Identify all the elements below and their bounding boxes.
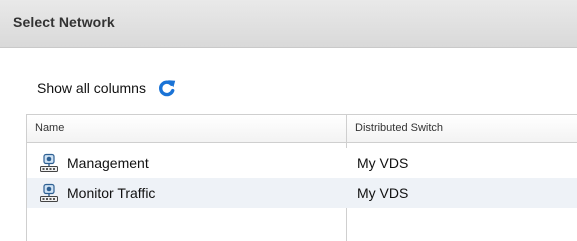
column-header-name[interactable]: Name [27, 115, 346, 142]
distributed-switch-cell: My VDS [357, 185, 409, 201]
table-header: Name Distributed Switch [27, 115, 577, 143]
dialog-title: Select Network [13, 14, 115, 30]
network-name-cell: Management [39, 148, 339, 178]
network-name: Monitor Traffic [67, 185, 156, 201]
table-row[interactable]: Monitor Traffic My VDS [27, 178, 577, 208]
select-network-dialog: Select Network Show all columns Name Dis… [0, 0, 577, 241]
network-portgroup-icon [39, 153, 59, 173]
table-toolbar: Show all columns [37, 76, 178, 100]
refresh-icon[interactable] [156, 77, 178, 99]
column-header-distributed-switch[interactable]: Distributed Switch [346, 115, 577, 142]
network-portgroup-icon [39, 183, 59, 203]
distributed-switch-cell: My VDS [357, 155, 409, 171]
network-name-cell: Monitor Traffic [39, 178, 339, 208]
network-name: Management [67, 155, 149, 171]
table-row[interactable]: Management My VDS [27, 148, 577, 178]
dialog-titlebar: Select Network [0, 0, 577, 48]
networks-table: Name Distributed Switch Management My VD… [26, 114, 577, 241]
show-all-columns-link[interactable]: Show all columns [37, 80, 146, 96]
